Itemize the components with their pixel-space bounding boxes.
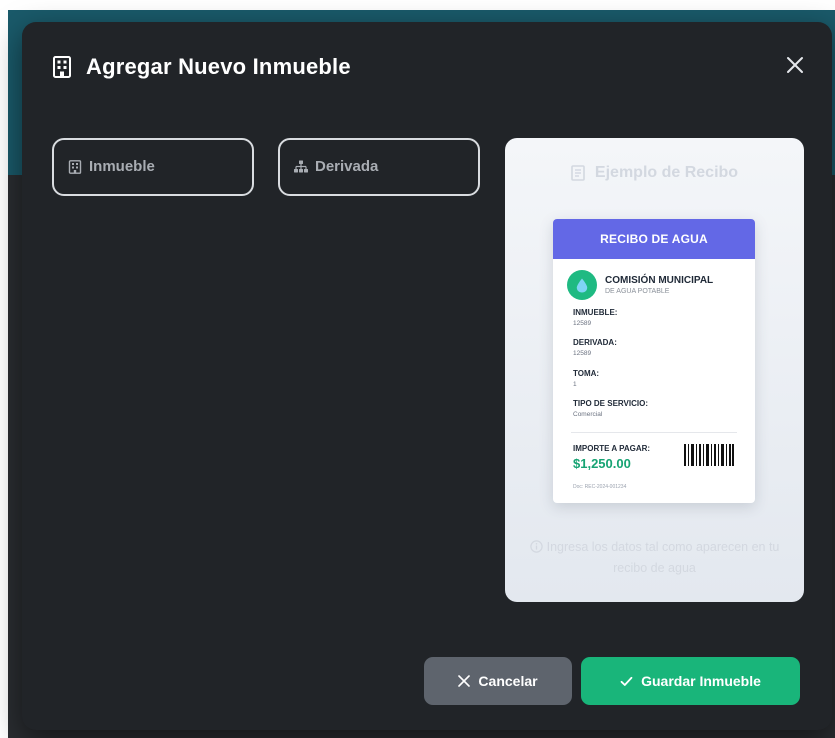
- receipt-toma-value: 1: [573, 381, 577, 388]
- backdrop-left-edge: [0, 10, 8, 738]
- receipt-inmueble-value: 12589: [573, 320, 592, 327]
- receipt-importe-label: IMPORTE A PAGAR:: [573, 444, 651, 453]
- save-property-button[interactable]: Guardar Inmueble: [581, 657, 800, 705]
- close-icon: [458, 675, 471, 687]
- save-button-label: Guardar Inmueble: [641, 673, 761, 689]
- derivada-field[interactable]: Derivada: [278, 138, 480, 196]
- receipt-inmueble-label: INMUEBLE:: [573, 308, 618, 317]
- derivada-label: Derivada: [315, 158, 379, 175]
- receipt-derivada-value: 12589: [573, 350, 592, 357]
- water-drop-icon: [576, 278, 588, 292]
- org-subtitle: DE AGUA POTABLE: [605, 288, 670, 295]
- org-name: COMISIÓN MUNICIPAL: [605, 275, 714, 286]
- receipt-derivada-label: DERIVADA:: [573, 338, 617, 347]
- cancel-button-label: Cancelar: [478, 673, 538, 689]
- receipt-example-panel: Ejemplo de Recibo RECIBO DE AGUA COMISIÓ…: [505, 138, 804, 602]
- inmueble-field[interactable]: Inmueble: [52, 138, 254, 196]
- sample-receipt: RECIBO DE AGUA COMISIÓN MUNICIPAL DE AGU…: [553, 219, 755, 503]
- receipt-toma-label: TOMA:: [573, 369, 600, 378]
- receipt-amount: $1,250.00: [573, 456, 631, 471]
- info-icon: [529, 540, 543, 553]
- example-hint: Ingresa los datos tal como aparecen en t…: [527, 537, 782, 579]
- water-logo: [567, 270, 597, 300]
- example-title-text: Ejemplo de Recibo: [594, 164, 739, 181]
- building-icon: [53, 56, 71, 78]
- add-property-modal: Agregar Nuevo Inmueble Inmueble Derivada…: [22, 22, 832, 730]
- cancel-button[interactable]: Cancelar: [424, 657, 572, 705]
- modal-title: Agregar Nuevo Inmueble: [86, 54, 351, 79]
- document-icon: [571, 165, 585, 181]
- close-icon: [787, 57, 803, 73]
- inmueble-label: Inmueble: [89, 158, 155, 175]
- receipt-servicio-label: TIPO DE SERVICIO:: [573, 399, 648, 408]
- barcode-icon: [684, 444, 734, 466]
- building-icon: [68, 160, 82, 174]
- close-button[interactable]: [784, 54, 806, 76]
- example-hint-text: Ingresa los datos tal como aparecen en t…: [546, 540, 780, 575]
- example-title: Ejemplo de Recibo: [505, 164, 804, 182]
- sitemap-icon: [294, 160, 308, 173]
- modal-header: Agregar Nuevo Inmueble: [52, 52, 351, 82]
- receipt-servicio-value: Comercial: [573, 411, 603, 418]
- receipt-organization: COMISIÓN MUNICIPAL DE AGUA POTABLE: [567, 270, 713, 300]
- backdrop-top-edge: [0, 0, 835, 10]
- check-icon: [620, 676, 633, 686]
- receipt-divider: [571, 432, 737, 433]
- receipt-header: RECIBO DE AGUA: [553, 219, 755, 259]
- receipt-doc-number: Doc: REC-2024-001234: [573, 484, 627, 490]
